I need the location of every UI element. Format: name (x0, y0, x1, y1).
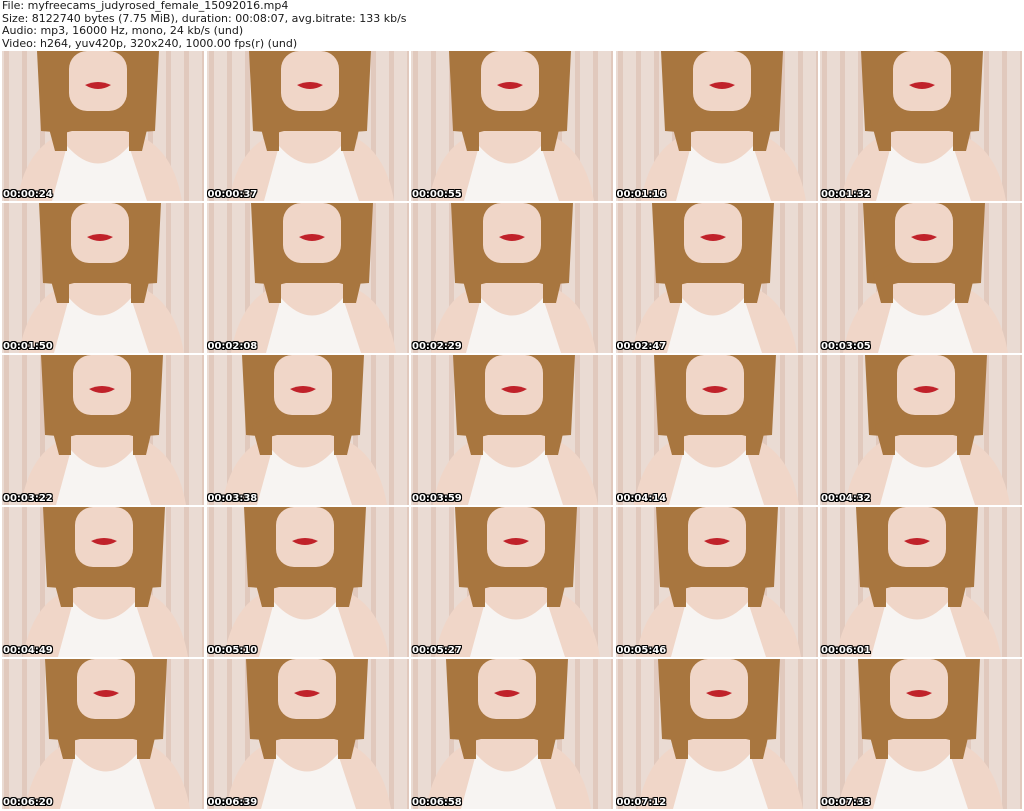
video-thumbnail: 00:02:47 (615, 203, 818, 353)
thumbnail-frame-image (2, 51, 204, 201)
file-name-line: File: myfreecams_judyrosed_female_150920… (2, 0, 289, 12)
video-thumbnail: 00:05:10 (206, 507, 409, 657)
thumbnail-timestamp: 00:06:58 (412, 797, 462, 808)
video-thumbnail: 00:04:32 (820, 355, 1022, 505)
thumbnail-timestamp: 00:02:08 (207, 341, 258, 352)
thumbnail-frame-image (411, 507, 613, 657)
thumbnail-frame-image (206, 51, 409, 201)
thumbnail-frame-image (411, 51, 613, 201)
video-thumbnail: 00:03:38 (206, 355, 409, 505)
thumbnail-frame-image (615, 51, 818, 201)
thumbnail-timestamp: 00:07:12 (616, 797, 667, 808)
video-thumbnail: 00:06:01 (820, 507, 1022, 657)
thumbnail-timestamp: 00:04:14 (616, 493, 667, 504)
video-info-line: Video: h264, yuv420p, 320x240, 1000.00 f… (2, 36, 298, 50)
thumbnail-timestamp: 00:03:05 (821, 341, 871, 352)
thumbnail-frame-image (206, 203, 409, 353)
thumbnail-timestamp: 00:00:37 (207, 189, 258, 200)
thumbnail-frame-image (820, 659, 1022, 809)
thumbnail-timestamp: 00:04:32 (821, 493, 871, 504)
file-info-header: File: myfreecams_judyrosed_female_150920… (0, 0, 1024, 50)
video-thumbnail: 00:00:37 (206, 51, 409, 201)
thumbnail-timestamp: 00:02:47 (616, 341, 667, 352)
video-thumbnail: 00:05:27 (411, 507, 613, 657)
thumbnail-timestamp: 00:02:29 (412, 341, 462, 352)
thumbnail-frame-image (820, 203, 1022, 353)
thumbnail-timestamp: 00:03:22 (3, 493, 53, 504)
video-thumbnail: 00:05:46 (615, 507, 818, 657)
thumbnail-frame-image (411, 355, 613, 505)
thumbnail-frame-image (820, 507, 1022, 657)
video-thumbnail: 00:01:16 (615, 51, 818, 201)
thumbnail-timestamp: 00:03:59 (412, 493, 462, 504)
thumbnail-frame-image (2, 507, 204, 657)
thumbnail-timestamp: 00:01:16 (616, 189, 667, 200)
thumbnail-timestamp: 00:03:38 (207, 493, 258, 504)
thumbnail-timestamp: 00:07:33 (821, 797, 871, 808)
video-thumbnail: 00:02:08 (206, 203, 409, 353)
thumbnail-timestamp: 00:01:50 (3, 341, 53, 352)
thumbnail-frame-image (411, 203, 613, 353)
thumbnail-frame-image (411, 659, 613, 809)
video-thumbnail: 00:02:29 (411, 203, 613, 353)
thumbnail-timestamp: 00:00:24 (3, 189, 53, 200)
video-thumbnail: 00:07:33 (820, 659, 1022, 809)
video-thumbnail: 00:06:20 (2, 659, 204, 809)
video-thumbnail: 00:03:22 (2, 355, 204, 505)
video-thumbnail: 00:06:58 (411, 659, 613, 809)
thumbnail-frame-image (206, 507, 409, 657)
thumbnail-frame-image (615, 507, 818, 657)
thumbnail-frame-image (2, 659, 204, 809)
thumbnail-timestamp: 00:06:20 (3, 797, 53, 808)
thumbnail-frame-image (2, 355, 204, 505)
thumbnail-frame-image (615, 203, 818, 353)
video-thumbnail: 00:00:55 (411, 51, 613, 201)
thumbnail-frame-image (820, 355, 1022, 505)
thumbnail-frame-image (820, 51, 1022, 201)
video-thumbnail: 00:04:49 (2, 507, 204, 657)
video-thumbnail: 00:06:39 (206, 659, 409, 809)
video-thumbnail: 00:03:05 (820, 203, 1022, 353)
thumbnail-grid: 00:00:24 00:00:37 00:00:55 00:01:16 00:0… (2, 51, 1022, 809)
thumbnail-frame-image (206, 659, 409, 809)
video-thumbnail: 00:01:50 (2, 203, 204, 353)
video-thumbnail: 00:01:32 (820, 51, 1022, 201)
audio-info-line: Audio: mp3, 16000 Hz, mono, 24 kb/s (und… (2, 24, 244, 37)
thumbnail-timestamp: 00:04:49 (3, 645, 53, 656)
thumbnail-timestamp: 00:00:55 (412, 189, 462, 200)
video-thumbnail: 00:04:14 (615, 355, 818, 505)
thumbnail-frame-image (206, 355, 409, 505)
video-thumbnail: 00:07:12 (615, 659, 818, 809)
thumbnail-timestamp: 00:01:32 (821, 189, 871, 200)
thumbnail-frame-image (2, 203, 204, 353)
thumbnail-frame-image (615, 355, 818, 505)
thumbnail-frame-image (615, 659, 818, 809)
thumbnail-timestamp: 00:05:27 (412, 645, 462, 656)
video-thumbnail: 00:03:59 (411, 355, 613, 505)
thumbnail-timestamp: 00:05:10 (207, 645, 258, 656)
thumbnail-timestamp: 00:06:01 (821, 645, 871, 656)
video-thumbnail: 00:00:24 (2, 51, 204, 201)
thumbnail-timestamp: 00:05:46 (616, 645, 667, 656)
thumbnail-timestamp: 00:06:39 (207, 797, 258, 808)
